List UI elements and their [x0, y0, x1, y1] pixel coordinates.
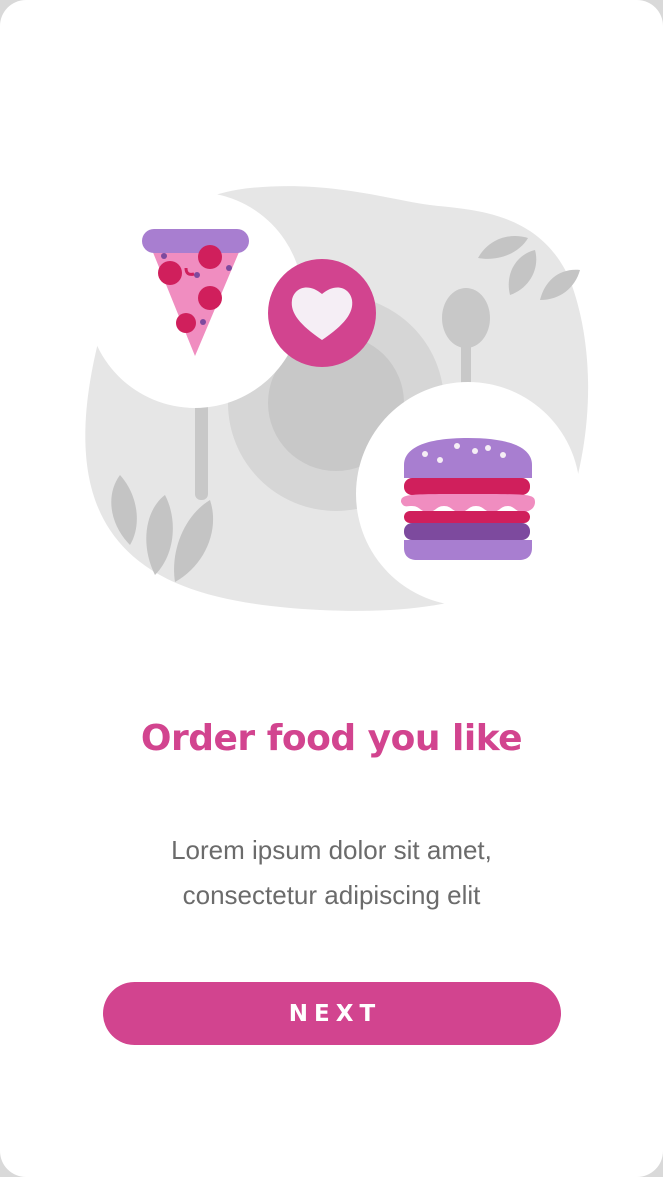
page-subtitle: Lorem ipsum dolor sit amet, consectetur … [171, 835, 492, 910]
next-button-label: NEXT [288, 1000, 382, 1027]
page-title: Order food you like [140, 718, 523, 759]
next-button[interactable]: NEXT [103, 982, 561, 1045]
onboarding-screen: Order food you like Lorem ipsum dolor si… [0, 0, 663, 1177]
burger-icon [401, 438, 535, 560]
food-illustration [85, 186, 589, 611]
heart-icon [268, 259, 376, 367]
